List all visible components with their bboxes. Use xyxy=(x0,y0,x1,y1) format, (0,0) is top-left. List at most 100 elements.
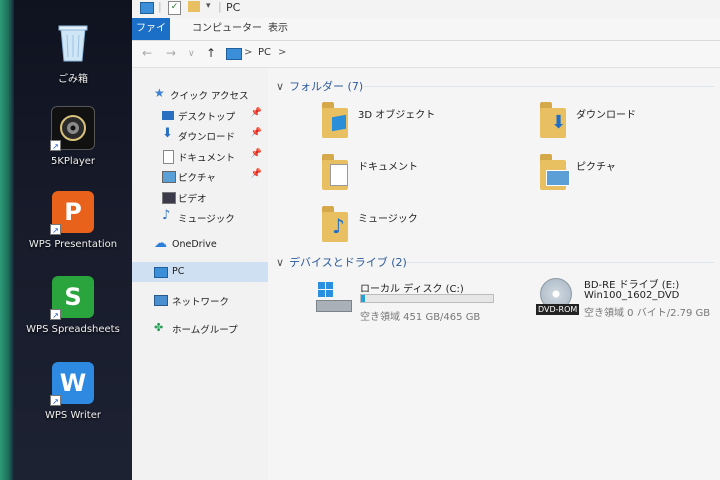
shortcut-arrow-icon: ↗ xyxy=(50,309,61,320)
group-header-label: デバイスとドライブ (2) xyxy=(289,256,407,269)
folder-3d-objects[interactable]: 3D オブジェクト xyxy=(322,102,522,146)
music-folder-icon: ♪ xyxy=(322,206,352,242)
file-explorer-window: | ✓ ▾ | PC ファイル コンピューター 表示 ← → ∨ ↑ > PC … xyxy=(132,0,720,480)
desktop-icon-wps-presentation[interactable]: P ↗ WPS Presentation xyxy=(14,191,132,250)
navigation-pane: ★ クイック アクセス デスクトップ 📌 ⬇ ダウンロード 📌 ドキュメント 📌… xyxy=(132,68,268,480)
new-folder-icon[interactable] xyxy=(188,1,200,12)
window-title: PC xyxy=(226,1,241,14)
desktop-background-edge xyxy=(0,0,14,480)
nav-item-label: ピクチャ xyxy=(178,173,216,184)
nav-item-homegroup[interactable]: ✤ ホームグループ xyxy=(132,318,268,338)
folder-name: ピクチャ xyxy=(576,162,616,173)
nav-item-label: デスクトップ xyxy=(178,112,236,123)
pin-icon[interactable]: 📌 xyxy=(251,169,262,179)
wps-spreadsheets-icon: S ↗ xyxy=(50,276,94,320)
3d-objects-icon xyxy=(322,102,352,138)
pin-icon[interactable]: 📌 xyxy=(251,108,262,118)
forward-arrow-icon[interactable]: → xyxy=(166,46,176,60)
drive-free-space: 空き領域 0 バイト/2.79 GB xyxy=(584,308,711,319)
hard-drive-icon xyxy=(316,282,352,314)
breadcrumb-separator[interactable]: > xyxy=(278,47,286,58)
chevron-down-icon: ∨ xyxy=(276,256,285,269)
folder-music[interactable]: ♪ ミュージック xyxy=(322,206,522,250)
tab-view[interactable]: 表示 xyxy=(260,18,296,40)
breadcrumb-pc[interactable]: PC xyxy=(258,47,271,58)
downloads-folder-icon: ⬇ xyxy=(540,102,570,138)
shortcut-arrow-icon: ↗ xyxy=(50,395,61,406)
nav-item-label: ネットワーク xyxy=(172,297,230,308)
desktop-icon-label: WPS Presentation xyxy=(28,239,118,250)
desktop-icon-label: WPS Writer xyxy=(45,410,101,421)
wps-writer-icon: W ↗ xyxy=(50,362,94,406)
drive-usage-fill xyxy=(361,295,365,302)
recent-locations-chevron-icon[interactable]: ∨ xyxy=(188,49,195,59)
folder-pictures[interactable]: ピクチャ xyxy=(540,154,720,198)
folder-name: ダウンロード xyxy=(576,110,636,121)
picture-icon xyxy=(162,171,176,183)
nav-item-music[interactable]: ♪ ミュージック xyxy=(132,207,268,227)
pin-icon[interactable]: 📌 xyxy=(251,149,262,159)
pin-icon[interactable]: 📌 xyxy=(251,128,262,138)
desktop-icon-5kplayer[interactable]: ↗ 5KPlayer xyxy=(14,106,132,167)
network-icon xyxy=(154,295,168,306)
tab-file[interactable]: ファイル xyxy=(132,18,170,56)
nav-item-label: ミュージック xyxy=(178,214,235,225)
nav-item-downloads[interactable]: ⬇ ダウンロード 📌 xyxy=(132,125,268,145)
nav-item-pictures[interactable]: ピクチャ 📌 xyxy=(132,166,268,186)
nav-item-videos[interactable]: ビデオ xyxy=(132,187,268,207)
folder-documents[interactable]: ドキュメント xyxy=(322,154,522,198)
drive-volume-label: Win100_1602_DVD xyxy=(584,290,680,301)
drive-free-space: 空き領域 451 GB/465 GB xyxy=(360,312,481,323)
quick-access-toolbar-dropdown-icon[interactable]: ▾ xyxy=(206,1,211,11)
desktop-icon-label: WPS Spreadsheets xyxy=(26,324,120,335)
drive-local-disk-c[interactable]: ローカル ディスク (C:) 空き領域 451 GB/465 GB xyxy=(316,276,516,323)
wps-presentation-icon: P ↗ xyxy=(50,191,94,235)
desktop-icon-wps-spreadsheets[interactable]: S ↗ WPS Spreadsheets xyxy=(14,276,132,335)
desktop-icon-wps-writer[interactable]: W ↗ WPS Writer xyxy=(14,362,132,421)
nav-item-label: ホームグループ xyxy=(172,325,238,336)
nav-item-label: OneDrive xyxy=(172,239,217,250)
dvd-rom-badge: DVD-ROM xyxy=(536,304,580,315)
pictures-folder-icon xyxy=(540,154,570,190)
title-bar: | ✓ ▾ | PC xyxy=(132,0,720,18)
desktop: ごみ箱 ↗ 5KPlayer P ↗ WPS Presentation S ↗ … xyxy=(0,0,132,480)
ribbon-tabs: ファイル コンピューター 表示 xyxy=(132,18,720,56)
5kplayer-icon: ↗ xyxy=(50,106,95,151)
tab-computer[interactable]: コンピューター xyxy=(184,18,270,40)
nav-item-desktop[interactable]: デスクトップ 📌 xyxy=(132,105,268,125)
nav-item-label: ビデオ xyxy=(178,194,207,205)
nav-item-network[interactable]: ネットワーク xyxy=(132,290,268,310)
desktop-icon-label: 5KPlayer xyxy=(50,156,96,167)
up-arrow-icon[interactable]: ↑ xyxy=(206,46,216,60)
video-icon xyxy=(162,192,176,204)
nav-item-label: ドキュメント xyxy=(178,153,236,164)
nav-item-label: クイック アクセス xyxy=(170,91,249,102)
group-header-label: フォルダー (7) xyxy=(289,80,364,93)
back-arrow-icon[interactable]: ← xyxy=(142,46,152,60)
drive-name: BD-RE ドライブ (E:) xyxy=(584,280,680,291)
documents-folder-icon xyxy=(322,154,352,190)
desktop-icon-recycle-bin[interactable]: ごみ箱 xyxy=(14,22,132,85)
homegroup-icon: ✤ xyxy=(154,321,164,334)
nav-item-pc[interactable]: PC xyxy=(132,262,268,282)
folder-name: ドキュメント xyxy=(358,162,418,173)
nav-item-documents[interactable]: ドキュメント 📌 xyxy=(132,146,268,166)
folders-group-header[interactable]: ∨ フォルダー (7) xyxy=(276,78,363,94)
chevron-down-icon: ∨ xyxy=(276,80,285,93)
drive-bd-re-e[interactable]: DVD-ROM BD-RE ドライブ (E:) Win100_1602_DVD … xyxy=(536,274,720,324)
folder-downloads[interactable]: ⬇ ダウンロード xyxy=(540,102,720,146)
music-note-icon: ♪ xyxy=(162,208,171,223)
address-bar: ← → ∨ ↑ > PC > xyxy=(132,41,720,68)
devices-group-header[interactable]: ∨ デバイスとドライブ (2) xyxy=(276,254,407,270)
properties-icon[interactable]: ✓ xyxy=(168,1,181,15)
group-divider xyxy=(406,262,714,263)
group-divider xyxy=(364,86,714,87)
computer-icon xyxy=(226,48,242,60)
nav-item-onedrive[interactable]: ☁ OneDrive xyxy=(132,235,268,255)
star-icon: ★ xyxy=(154,86,165,100)
nav-item-label: ダウンロード xyxy=(178,132,236,143)
computer-icon xyxy=(140,2,154,14)
nav-item-quick-access[interactable]: ★ クイック アクセス xyxy=(132,84,268,104)
desktop-icon-label: ごみ箱 xyxy=(58,74,88,85)
nav-item-label: PC xyxy=(172,266,185,277)
